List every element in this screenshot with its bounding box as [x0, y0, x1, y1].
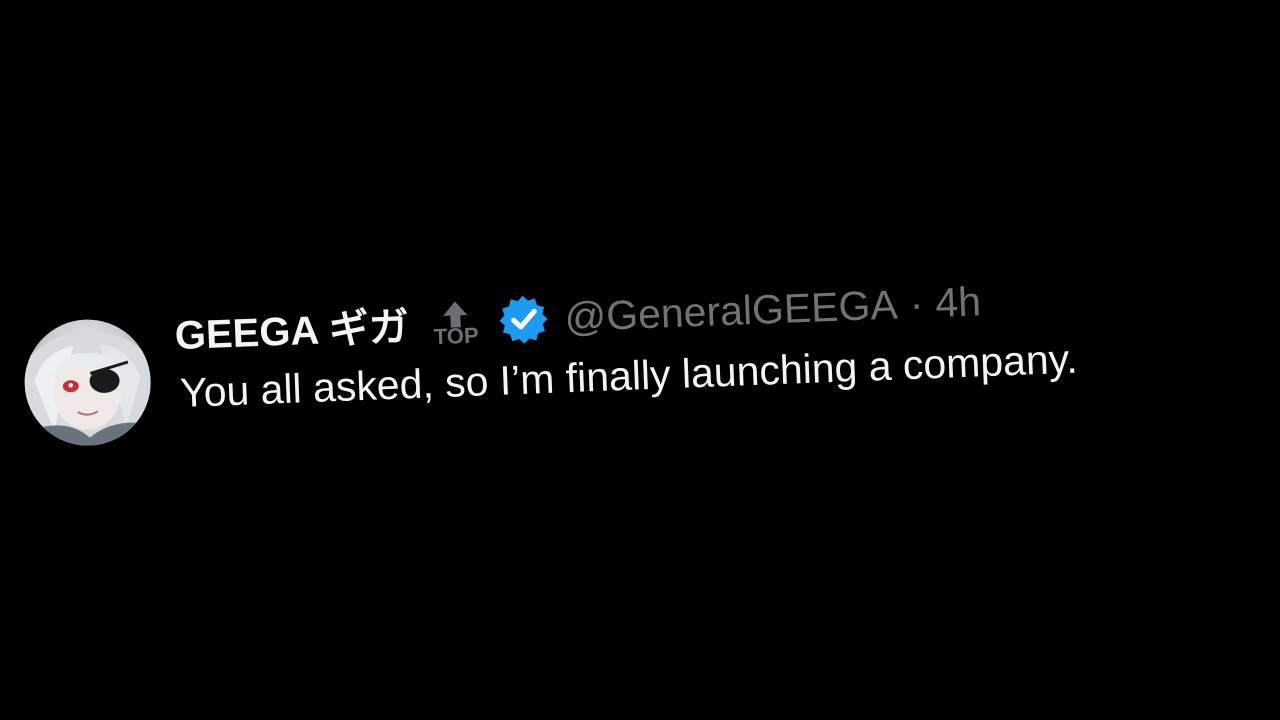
verified-badge-icon[interactable]: [498, 293, 550, 345]
top-arrow-icon: TOP: [426, 298, 486, 354]
tweet[interactable]: GEEGA ギガ TOP @GeneralGEEGA · 4h You all …: [20, 224, 1266, 461]
timestamp[interactable]: 4h: [934, 278, 981, 327]
display-name[interactable]: GEEGA ギガ: [174, 294, 410, 361]
separator-dot: ·: [908, 279, 925, 327]
avatar[interactable]: [22, 317, 154, 448]
top-badge-label: TOP: [433, 322, 480, 350]
user-handle[interactable]: @GeneralGEEGA: [564, 281, 899, 341]
